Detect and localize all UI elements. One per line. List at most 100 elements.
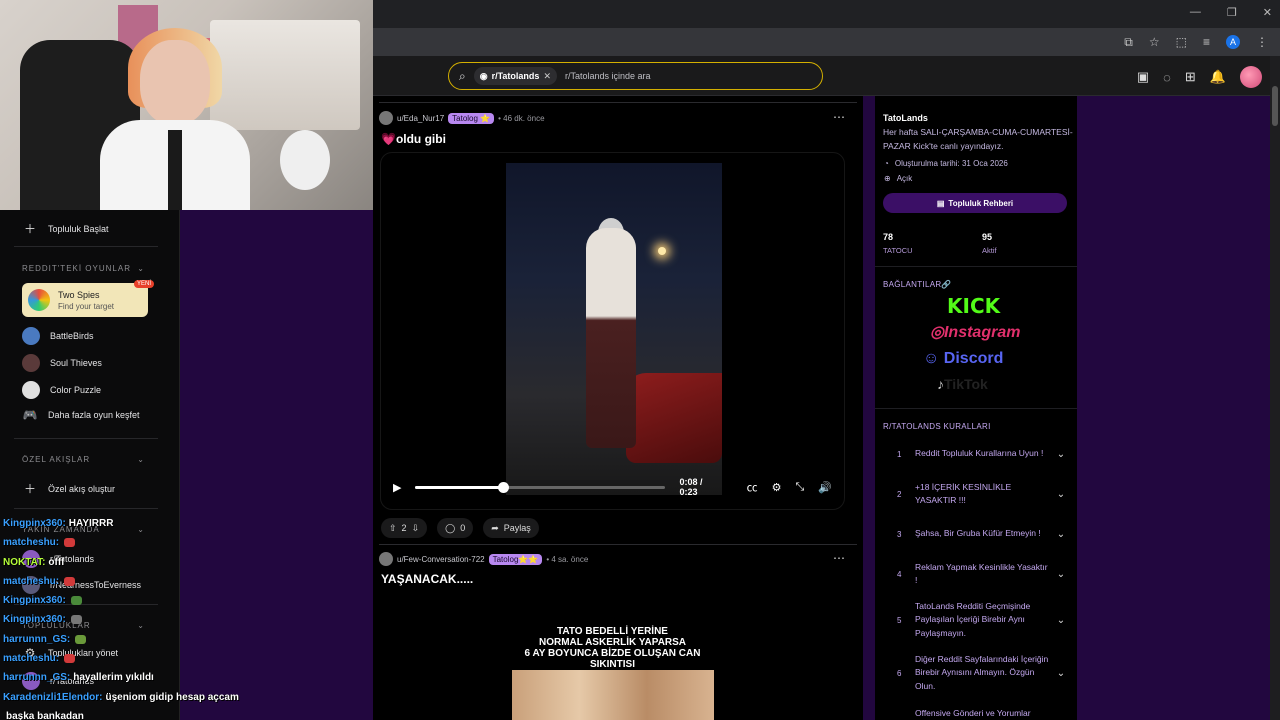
comment-icon: ◯ xyxy=(445,522,456,533)
community-description: Her hafta SALI-ÇARŞAMBA-CUMA-CUMARTESİ-P… xyxy=(883,127,1073,151)
notifications-bell-icon[interactable]: 🔔 xyxy=(1210,69,1226,85)
post-options-icon[interactable]: ⋯ xyxy=(833,551,845,565)
menu-kebab-icon[interactable]: ⋮ xyxy=(1256,35,1268,50)
active-count: 95 xyxy=(982,232,993,242)
banner-backdrop-right xyxy=(1077,96,1270,720)
profile-avatar[interactable]: A xyxy=(1226,35,1240,49)
divider xyxy=(875,266,1077,267)
post-author[interactable]: u/Few-Conversation-722 xyxy=(397,555,485,564)
downvote-icon[interactable]: ⇩ xyxy=(412,523,420,534)
post-title[interactable]: YAŞANACAK..... xyxy=(381,572,473,586)
close-window-button[interactable]: ✕ xyxy=(1263,6,1272,19)
community-guide-button[interactable]: ▤ Topluluk Rehberi xyxy=(883,193,1067,213)
upvote-icon[interactable]: ⇧ xyxy=(389,523,397,534)
rule-item[interactable]: 5 TatoLands Redditi Geçmişinde Paylaşıla… xyxy=(883,600,1071,640)
video-scrubber-knob[interactable] xyxy=(497,481,509,493)
rule-item[interactable]: Offensive Gönderi ve Yorumlar xyxy=(883,707,1071,720)
create-feed-link[interactable]: ＋ Özel akış oluştur xyxy=(22,480,115,497)
instagram-link[interactable]: ◎Instagram xyxy=(930,322,1020,342)
chevron-down-icon[interactable]: ⌄ xyxy=(1051,489,1071,500)
globe-icon: ⊕ xyxy=(884,174,891,183)
rule-number: 4 xyxy=(897,569,902,579)
video-player[interactable]: ▶ 0:08 / 0:23 ㏄ ⚙ ⤡ 🔊 xyxy=(380,152,845,510)
chat-emote-icon xyxy=(75,634,87,644)
visibility-label: Açık xyxy=(896,174,913,183)
cast-icon[interactable]: ⧉ xyxy=(1124,35,1133,50)
volume-icon[interactable]: 🔊 xyxy=(818,481,832,494)
create-post-icon[interactable]: ⊞ xyxy=(1185,69,1196,85)
post-title[interactable]: 💗oldu gibi xyxy=(381,132,446,146)
chevron-down-icon[interactable]: ⌄ xyxy=(1051,449,1071,460)
video-controls: ▶ 0:08 / 0:23 ㏄ ⚙ ⤡ 🔊 xyxy=(381,477,844,497)
maximize-button[interactable]: ❐ xyxy=(1227,6,1237,19)
tiktok-link[interactable]: ♪TikTok xyxy=(937,376,988,392)
game-item-color-puzzle[interactable]: Color Puzzle xyxy=(22,381,101,399)
rule-item[interactable]: 4 Reklam Yapmak Kesinlikle Yasaktır ! ⌄ xyxy=(883,560,1071,588)
discord-link[interactable]: ☺ Discord xyxy=(923,350,1003,368)
fullscreen-icon[interactable]: ⤡ xyxy=(795,481,804,494)
bookmark-star-icon[interactable]: ☆ xyxy=(1149,35,1160,50)
battlebirds-icon xyxy=(22,327,40,345)
chat-username: Kingpinx360: xyxy=(3,518,66,529)
chat-icon[interactable]: ◌ xyxy=(1163,70,1171,85)
divider xyxy=(875,408,1077,409)
subreddit-chip[interactable]: ◉ r/Tatolands ✕ xyxy=(473,67,557,85)
extensions-icon[interactable]: ⬚ xyxy=(1176,35,1187,50)
play-icon[interactable]: ▶ xyxy=(393,481,401,494)
post-author[interactable]: u/Eda_Nur17 xyxy=(397,114,444,123)
banner-backdrop-gap xyxy=(863,96,875,720)
background-shelf xyxy=(210,20,360,130)
divider xyxy=(14,438,158,439)
kick-link[interactable]: KICK xyxy=(947,294,1000,318)
chevron-down-icon[interactable]: ⌄ xyxy=(1051,615,1071,626)
chat-username: matcheshu: xyxy=(3,653,60,665)
chat-text: offf xyxy=(48,556,65,568)
game-item-battlebirds[interactable]: BattleBirds xyxy=(22,327,94,345)
streamer-tie xyxy=(168,130,182,210)
rule-item[interactable]: 1 Reddit Topluluk Kurallarına Uyun ! ⌄ xyxy=(883,440,1071,468)
minimize-button[interactable]: — xyxy=(1190,6,1201,19)
rule-item[interactable]: 2 +18 İÇERİK KESİNLİKLE YASAKTIR !!! ⌄ xyxy=(883,480,1071,508)
featured-game-card[interactable]: Two Spies Find your target xyxy=(22,283,148,317)
game-item-soul-thieves[interactable]: Soul Thieves xyxy=(22,354,102,372)
video-progress-bar[interactable] xyxy=(415,481,666,493)
search-bar[interactable]: ⌕ ◉ r/Tatolands ✕ r/Tatolands içinde ara xyxy=(448,62,823,90)
games-section-header[interactable]: REDDIT'TEKİ OYUNLAR ⌄ xyxy=(22,264,145,273)
share-button[interactable]: ➦ Paylaş xyxy=(483,518,539,538)
chevron-down-icon[interactable]: ⌄ xyxy=(1051,569,1071,580)
chip-close-icon[interactable]: ✕ xyxy=(543,71,551,82)
rule-item[interactable]: 6 Diğer Reddit Sayfalarındaki İçeriğin B… xyxy=(883,653,1071,693)
game-name: Soul Thieves xyxy=(50,358,102,368)
media-icon[interactable]: ≡ xyxy=(1203,35,1210,50)
start-community-link[interactable]: ＋ Topluluk Başlat xyxy=(22,220,109,237)
discover-more-games-link[interactable]: 🎮 Daha fazla oyun keşfet xyxy=(22,408,140,422)
captions-icon[interactable]: ㏄ xyxy=(747,479,758,495)
post-options-icon[interactable]: ⋯ xyxy=(833,110,845,124)
chevron-down-icon[interactable]: ⌄ xyxy=(1051,668,1071,679)
search-placeholder[interactable]: r/Tatolands içinde ara xyxy=(565,71,651,81)
chevron-down-icon[interactable]: ⌄ xyxy=(1051,529,1071,540)
rule-item[interactable]: 3 Şahsa, Bir Gruba Küfür Etmeyin ! ⌄ xyxy=(883,520,1071,548)
featured-game-name: Two Spies xyxy=(58,289,100,300)
page-scrollbar[interactable] xyxy=(1270,56,1280,720)
chat-message: harrunnn_GS: hayallerim yıkıldı xyxy=(3,668,253,687)
advertise-icon[interactable]: ▣ xyxy=(1137,69,1149,85)
discord-label: Discord xyxy=(943,350,1004,367)
divider xyxy=(14,246,158,247)
links-header: BAĞLANTILAR🔗 xyxy=(883,280,952,289)
rule-number: 5 xyxy=(897,615,902,625)
share-label: Paylaş xyxy=(503,523,531,533)
post-time: • 46 dk. önce xyxy=(498,113,545,123)
settings-gear-icon[interactable]: ⚙ xyxy=(772,481,782,494)
post-image[interactable]: TATO BEDELLİ YERİNE NORMAL ASKERLİK YAPA… xyxy=(380,592,845,720)
author-avatar[interactable] xyxy=(379,552,393,566)
user-avatar[interactable] xyxy=(1240,66,1262,88)
comments-button[interactable]: ◯ 0 xyxy=(437,518,474,538)
custom-feeds-header[interactable]: ÖZEL AKIŞLAR ⌄ xyxy=(22,455,145,464)
meme-photo xyxy=(512,670,714,720)
header-actions: ▣ ◌ ⊞ 🔔 xyxy=(1137,66,1262,88)
chat-message: NOKTAT: offf xyxy=(3,553,253,572)
scrollbar-thumb[interactable] xyxy=(1272,86,1278,126)
author-avatar[interactable] xyxy=(379,111,393,125)
chat-message: Kingpinx360: xyxy=(3,591,253,610)
